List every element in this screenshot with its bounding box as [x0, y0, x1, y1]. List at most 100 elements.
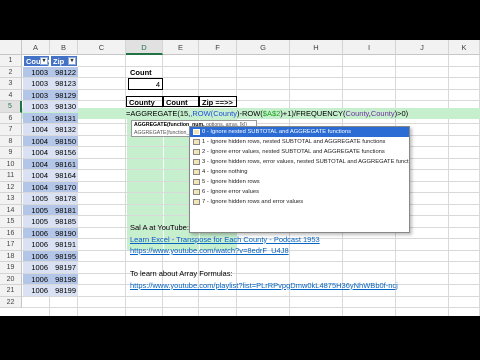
- row-header-4[interactable]: 4: [0, 89, 22, 101]
- table-cell-county[interactable]: 1003: [23, 101, 50, 112]
- table-cell-zip[interactable]: 98198: [50, 273, 78, 284]
- output-cell[interactable]: [127, 193, 163, 204]
- table-cell-county[interactable]: 1006: [23, 227, 50, 238]
- table-cell-zip[interactable]: 98161: [50, 158, 78, 169]
- row-header-11[interactable]: 11: [0, 170, 22, 182]
- table-cell-zip[interactable]: 98191: [50, 239, 78, 250]
- column-header-g[interactable]: G: [237, 40, 290, 55]
- column-header-c[interactable]: C: [78, 40, 126, 55]
- table-cell-zip[interactable]: 98164: [50, 170, 78, 181]
- formula-entry[interactable]: =AGGREGATE(15,,ROW(County)-ROW($A$2)+1)/…: [126, 108, 408, 120]
- table-header-county[interactable]: County ▾: [23, 55, 50, 67]
- autocomplete-item[interactable]: 1 - Ignore hidden rows, nested SUBTOTAL …: [190, 137, 409, 147]
- worksheet[interactable]: ABCDEFGHIJK 1 2 3 4 5 6 7 8 9 10 11 12 13 14 15 16 17 18 1…: [0, 40, 480, 316]
- table-cell-zip[interactable]: 98130: [50, 101, 78, 112]
- filter-dropdown-icon[interactable]: ▾: [40, 57, 48, 65]
- table-cell-zip[interactable]: 98129: [50, 89, 78, 100]
- table-cell-county[interactable]: 1005: [23, 216, 50, 227]
- table-cell-county[interactable]: 1003: [23, 66, 50, 77]
- column-header-k[interactable]: K: [449, 40, 480, 55]
- output-cell[interactable]: [127, 135, 163, 146]
- table-cell-county[interactable]: 1003: [23, 89, 50, 100]
- table-cell-zip[interactable]: 98199: [50, 285, 78, 296]
- output-header-county[interactable]: County: [126, 95, 163, 107]
- table-cell-county[interactable]: 1004: [23, 147, 50, 158]
- table-cell-zip[interactable]: 98178: [50, 193, 78, 204]
- table-cell-zip[interactable]: 98181: [50, 204, 78, 215]
- output-cell[interactable]: [127, 147, 163, 158]
- row-header-10[interactable]: 10: [0, 158, 22, 170]
- output-cell[interactable]: [127, 158, 163, 169]
- row-header-21[interactable]: 21: [0, 285, 22, 297]
- table-cell-zip[interactable]: 98170: [50, 181, 78, 192]
- row-header-6[interactable]: 6: [0, 112, 22, 124]
- table-cell-county[interactable]: 1006: [23, 273, 50, 284]
- count-value[interactable]: 4: [128, 78, 163, 90]
- autocomplete-item[interactable]: 4 - Ignore nothing: [190, 167, 409, 177]
- table-cell-county[interactable]: 1006: [23, 250, 50, 261]
- table-cell-county[interactable]: 1004: [23, 170, 50, 181]
- table-cell-zip[interactable]: 98122: [50, 66, 78, 77]
- row-header-5[interactable]: 5: [0, 101, 22, 113]
- row-header-3[interactable]: 3: [0, 78, 22, 90]
- table-cell-zip[interactable]: 98195: [50, 250, 78, 261]
- column-header-j[interactable]: J: [396, 40, 449, 55]
- row-header-12[interactable]: 12: [0, 181, 22, 193]
- select-all-corner[interactable]: [0, 40, 22, 55]
- autocomplete-list[interactable]: 0 - Ignore nested SUBTOTAL and AGGREGATE…: [189, 126, 410, 233]
- row-header-17[interactable]: 17: [0, 239, 22, 251]
- column-header-i[interactable]: I: [343, 40, 396, 55]
- table-cell-county[interactable]: 1005: [23, 204, 50, 215]
- row-header-14[interactable]: 14: [0, 204, 22, 216]
- note-link-1[interactable]: Learn Excel - Transpose for Each County …: [128, 234, 322, 246]
- table-cell-zip[interactable]: 98185: [50, 216, 78, 227]
- column-header-b[interactable]: B: [50, 40, 78, 55]
- table-cell-zip[interactable]: 98123: [50, 78, 78, 89]
- output-cell[interactable]: [127, 204, 163, 215]
- output-header-count[interactable]: Count: [163, 95, 199, 107]
- row-header-1[interactable]: 1: [0, 55, 22, 67]
- table-cell-county[interactable]: 1004: [23, 158, 50, 169]
- row-header-13[interactable]: 13: [0, 193, 22, 205]
- table-cell-zip[interactable]: 98197: [50, 262, 78, 273]
- table-cell-county[interactable]: 1003: [23, 78, 50, 89]
- table-cell-county[interactable]: 1006: [23, 239, 50, 250]
- table-cell-county[interactable]: 1004: [23, 112, 50, 123]
- row-header-9[interactable]: 9: [0, 147, 22, 159]
- table-cell-county[interactable]: 1006: [23, 285, 50, 296]
- column-header-f[interactable]: F: [199, 40, 237, 55]
- output-cell[interactable]: [127, 181, 163, 192]
- autocomplete-item[interactable]: 2 - Ignore error values, nested SUBTOTAL…: [190, 147, 409, 157]
- column-header-a[interactable]: A: [22, 40, 50, 55]
- row-header-20[interactable]: 20: [0, 273, 22, 285]
- row-header-2[interactable]: 2: [0, 66, 22, 78]
- table-cell-zip[interactable]: 98150: [50, 135, 78, 146]
- table-cell-county[interactable]: 1004: [23, 181, 50, 192]
- column-header-d[interactable]: D: [126, 40, 163, 55]
- row-header-15[interactable]: 15: [0, 216, 22, 228]
- row-header-18[interactable]: 18: [0, 250, 22, 262]
- table-cell-county[interactable]: 1004: [23, 135, 50, 146]
- column-header-h[interactable]: H: [290, 40, 343, 55]
- row-header-16[interactable]: 16: [0, 227, 22, 239]
- output-header-zip[interactable]: Zip ==>>: [199, 95, 237, 107]
- note-link-3[interactable]: https://www.youtube.com/playlist?list=PL…: [128, 280, 400, 292]
- autocomplete-item[interactable]: 5 - Ignore hidden rows: [190, 177, 409, 187]
- row-header-19[interactable]: 19: [0, 262, 22, 274]
- note-link-2[interactable]: https://www.youtube.com/watch?v=8edrF_U4…: [128, 245, 291, 257]
- row-header-7[interactable]: 7: [0, 124, 22, 136]
- row-header-22[interactable]: 22: [0, 296, 22, 308]
- table-cell-county[interactable]: 1006: [23, 262, 50, 273]
- table-cell-county[interactable]: 1004: [23, 124, 50, 135]
- table-cell-zip[interactable]: 98190: [50, 227, 78, 238]
- count-label[interactable]: Count: [128, 67, 163, 79]
- autocomplete-item[interactable]: 0 - Ignore nested SUBTOTAL and AGGREGATE…: [190, 127, 409, 137]
- autocomplete-item[interactable]: 3 - Ignore hidden rows, error values, ne…: [190, 157, 409, 167]
- row-header-8[interactable]: 8: [0, 135, 22, 147]
- autocomplete-item[interactable]: 7 - Ignore hidden rows and error values: [190, 197, 409, 207]
- table-header-zip[interactable]: Zip ▾: [50, 55, 78, 67]
- column-header-e[interactable]: E: [163, 40, 199, 55]
- table-cell-zip[interactable]: 98156: [50, 147, 78, 158]
- table-cell-county[interactable]: 1005: [23, 193, 50, 204]
- autocomplete-item[interactable]: 6 - Ignore error values: [190, 187, 409, 197]
